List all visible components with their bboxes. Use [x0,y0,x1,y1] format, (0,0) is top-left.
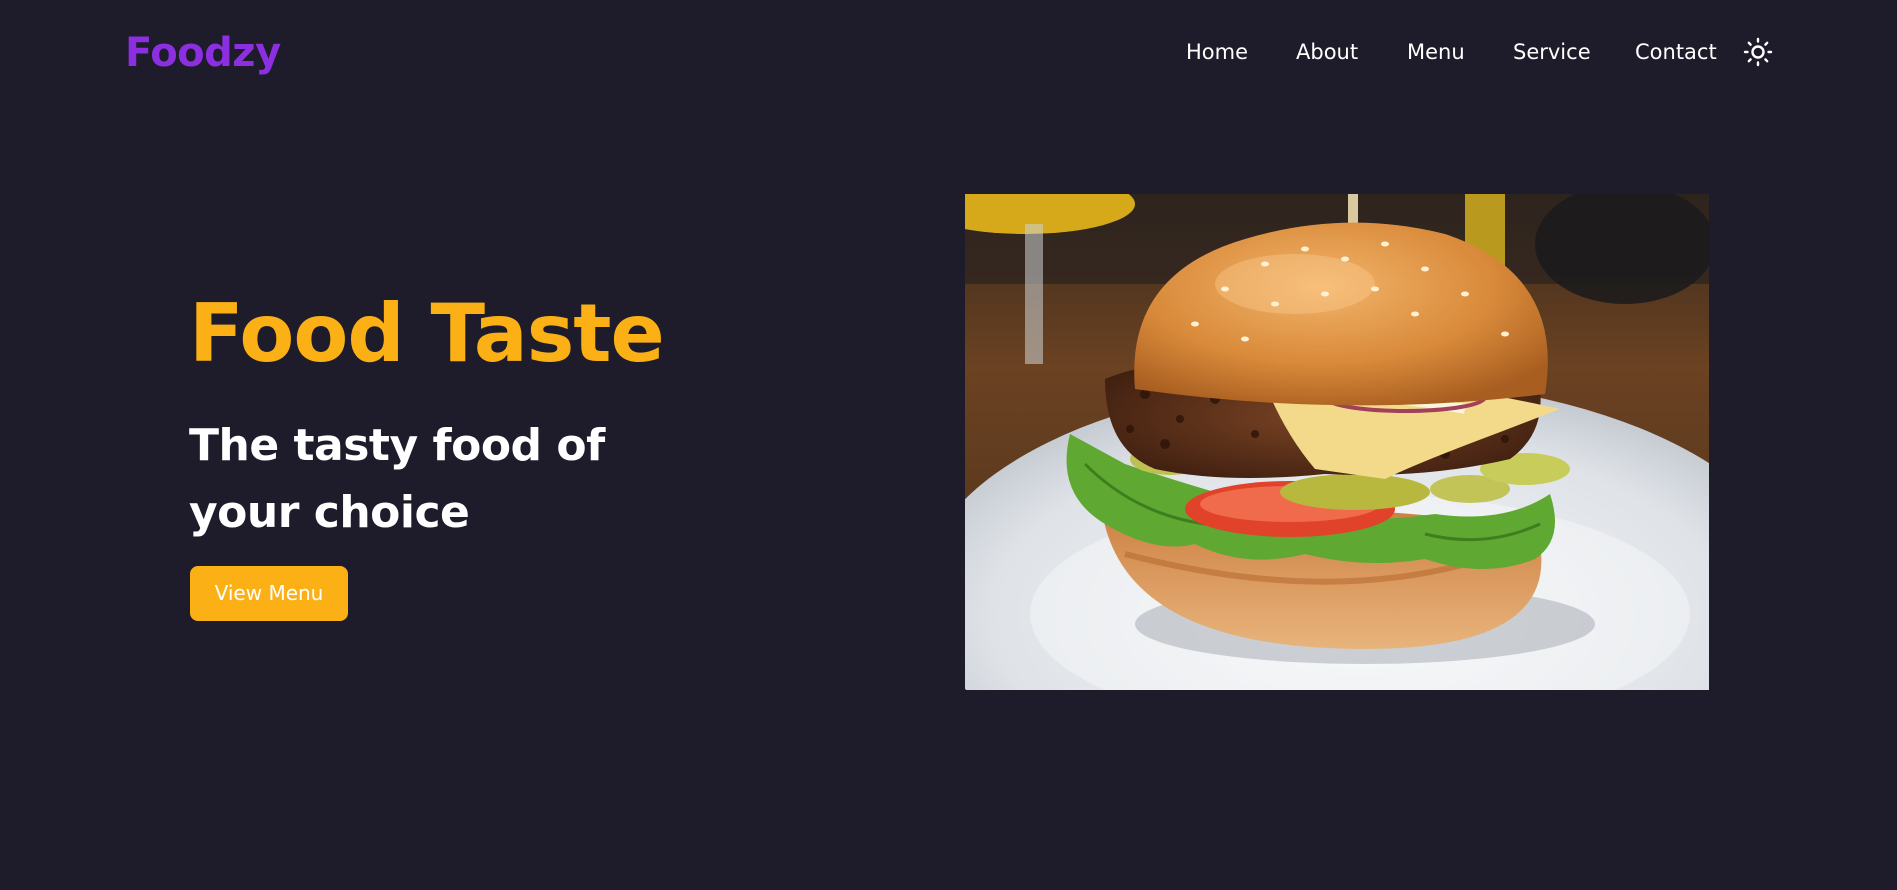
sun-icon [1743,37,1773,67]
nav-link-menu[interactable]: Menu [1407,37,1465,67]
view-menu-button[interactable]: View Menu [190,566,348,621]
nav-link-contact[interactable]: Contact [1635,37,1717,67]
theme-toggle-button[interactable] [1743,37,1773,67]
nav-link-home[interactable]: Home [1186,37,1248,67]
nav-link-service[interactable]: Service [1513,37,1591,67]
hero-subtitle: The tasty food of your choice [189,420,605,538]
burger-photo-icon [965,194,1709,690]
nav-link-about[interactable]: About [1296,37,1358,67]
navbar: Foodzy Home About Menu Service Contact [0,0,1897,104]
hero-title: Food Taste [189,287,665,380]
brand-logo[interactable]: Foodzy [125,26,281,80]
burger-image [965,194,1709,690]
